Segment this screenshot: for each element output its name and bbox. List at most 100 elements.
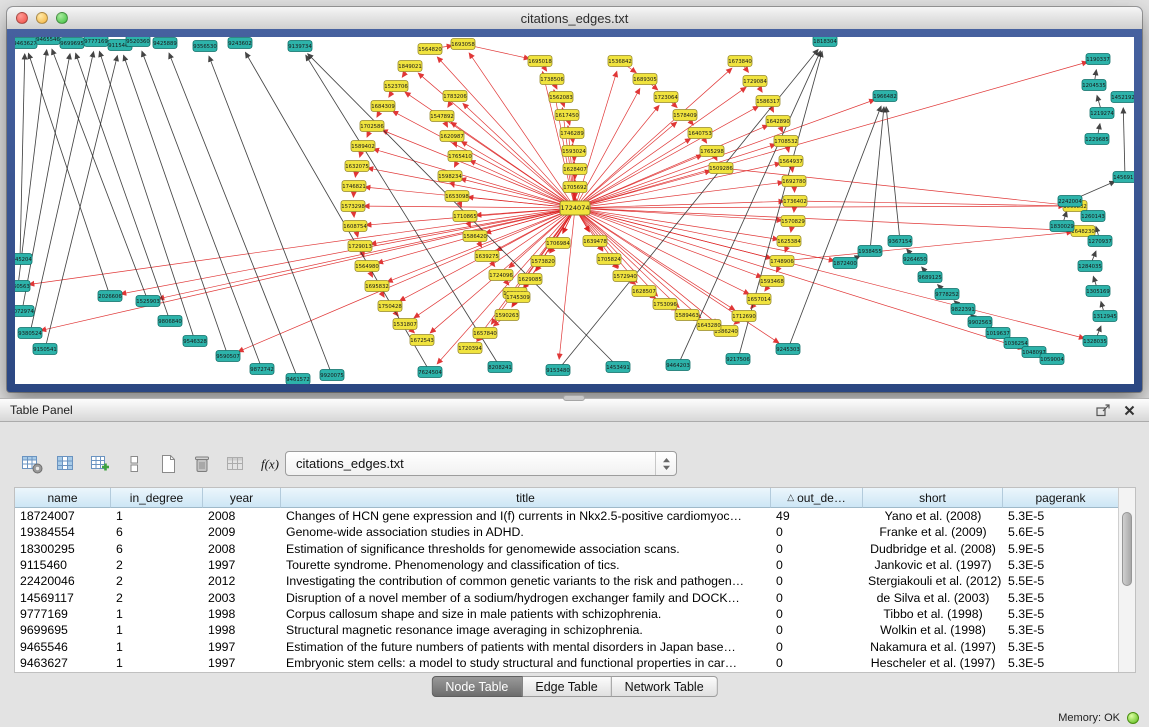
graph-node[interactable]: 1573820: [531, 256, 555, 267]
graph-node[interactable]: 1712690: [732, 311, 756, 322]
column-header-out_degree[interactable]: △out_de…: [771, 488, 863, 508]
table-row[interactable]: 946362711997Embryonic stem cells: a mode…: [15, 655, 1135, 671]
graph-node[interactable]: 9689125: [918, 272, 942, 283]
graph-node[interactable]: 1729084: [743, 76, 767, 87]
graph-node[interactable]: 1578409: [673, 110, 697, 121]
graph-node[interactable]: 1705692: [563, 182, 587, 193]
graph-node[interactable]: 1753096: [653, 299, 677, 310]
column-header-pagerank[interactable]: pagerank: [1003, 488, 1119, 508]
panel-resize-handle[interactable]: [563, 395, 585, 401]
graph-node[interactable]: 9367154: [888, 236, 912, 247]
graph-node[interactable]: 9465546: [36, 37, 60, 45]
column-header-in_degree[interactable]: in_degree: [111, 488, 203, 508]
graph-node[interactable]: 9520360: [126, 37, 150, 47]
graph-node[interactable]: 1748906: [770, 256, 794, 267]
graph-node[interactable]: 1525903: [136, 296, 160, 307]
graph-node[interactable]: 1620987: [440, 131, 464, 142]
float-panel-icon[interactable]: [1093, 401, 1113, 419]
edit-rows-button[interactable]: [86, 451, 113, 478]
graph-node[interactable]: 9153480: [546, 365, 570, 376]
graph-node[interactable]: 9777169: [84, 37, 108, 47]
graph-node[interactable]: 1724096: [489, 270, 513, 281]
graph-node[interactable]: 1673840: [728, 56, 752, 67]
graph-node[interactable]: 1284035: [1078, 261, 1102, 272]
tab-edge-table[interactable]: Edge Table: [522, 676, 611, 697]
graph-node[interactable]: 1966482: [873, 91, 897, 102]
select-columns-button[interactable]: [52, 451, 79, 478]
network-canvas[interactable]: 1724074184902115237061684309170258615894…: [15, 37, 1134, 384]
graph-node[interactable]: 1657014: [747, 294, 771, 305]
graph-node[interactable]: 1452192: [1111, 92, 1134, 103]
column-header-title[interactable]: title: [281, 488, 771, 508]
graph-node[interactable]: 9150541: [33, 344, 57, 355]
graph-node[interactable]: 9461572: [286, 374, 310, 385]
table-row[interactable]: 977716911998Corpus callosum shape and si…: [15, 606, 1135, 622]
graph-node[interactable]: 1598234: [438, 171, 462, 182]
graph-node[interactable]: 1586420: [463, 231, 487, 242]
graph-node[interactable]: 9139734: [288, 41, 312, 52]
table-row[interactable]: 1938455462009Genome-wide association stu…: [15, 524, 1135, 540]
graph-node[interactable]: 1628507: [632, 286, 656, 297]
delete-table-button[interactable]: [188, 451, 215, 478]
graph-node[interactable]: 1629085: [518, 274, 542, 285]
graph-node[interactable]: 1589463: [675, 310, 699, 321]
graph-node[interactable]: 1570829: [781, 216, 805, 227]
graph-node[interactable]: 9920075: [320, 370, 344, 381]
graph-node[interactable]: 1625384: [777, 236, 801, 247]
graph-node[interactable]: 1219274: [1090, 108, 1114, 119]
graph-node[interactable]: 1589402: [351, 141, 375, 152]
graph-node[interactable]: 1710865: [453, 211, 477, 222]
graph-node[interactable]: 1684309: [371, 101, 395, 112]
graph-node[interactable]: 1818304: [813, 37, 837, 47]
graph-node[interactable]: 1723064: [654, 92, 678, 103]
graph-node[interactable]: 1648230: [1071, 226, 1095, 237]
graph-node[interactable]: 9264650: [903, 254, 927, 265]
graph-node[interactable]: 1689305: [633, 74, 657, 85]
graph-node[interactable]: 1692780: [782, 176, 806, 187]
graph-node[interactable]: 9045204: [15, 254, 32, 265]
graph-node[interactable]: 9356530: [193, 41, 217, 52]
graph-node[interactable]: 1849021: [398, 61, 422, 72]
function-builder-button[interactable]: f(x): [256, 451, 283, 478]
graph-node[interactable]: 9699695: [60, 38, 84, 49]
graph-node[interactable]: 1872400: [833, 258, 857, 269]
graph-node[interactable]: 1695832: [365, 281, 389, 292]
graph-node[interactable]: 9260563: [15, 281, 30, 292]
graph-node[interactable]: 1523706: [384, 81, 408, 92]
column-header-name[interactable]: name: [15, 488, 111, 508]
table-row[interactable]: 1830029562008Estimation of significance …: [15, 541, 1135, 557]
graph-node[interactable]: 1746289: [560, 128, 584, 139]
zoom-window-button[interactable]: [56, 12, 68, 24]
table-row[interactable]: 946554611997Estimation of the future num…: [15, 638, 1135, 654]
graph-node[interactable]: 1632075: [345, 161, 369, 172]
graph-node[interactable]: 1617450: [555, 110, 579, 121]
graph-node[interactable]: 1720394: [458, 343, 482, 354]
graph-node[interactable]: 1746821: [342, 181, 366, 192]
graph-node[interactable]: 9380524: [18, 328, 42, 339]
graph-node[interactable]: 9806840: [158, 316, 182, 327]
graph-node[interactable]: 1573298: [341, 201, 365, 212]
graph-node[interactable]: 1312945: [1093, 311, 1117, 322]
graph-node[interactable]: 1708532: [774, 136, 798, 147]
graph-node[interactable]: 9217506: [726, 354, 750, 365]
graph-node[interactable]: 1059004: [1040, 354, 1064, 365]
window-titlebar[interactable]: citations_edges.txt: [7, 7, 1142, 30]
graph-node[interactable]: 1547892: [430, 111, 454, 122]
graph-node[interactable]: 1702586: [360, 121, 384, 132]
graph-node[interactable]: 1260143: [1081, 211, 1105, 222]
graph-node[interactable]: 1639478: [583, 236, 607, 247]
graph-node[interactable]: 9464203: [666, 360, 690, 371]
graph-node[interactable]: 1653098: [445, 191, 469, 202]
close-window-button[interactable]: [16, 12, 28, 24]
graph-node[interactable]: 1639275: [475, 251, 499, 262]
tab-network-table[interactable]: Network Table: [612, 676, 718, 697]
graph-node[interactable]: 1830029: [1050, 221, 1074, 232]
graph-node[interactable]: 1229685: [1085, 134, 1109, 145]
graph-node[interactable]: 9872742: [250, 364, 274, 375]
graph-node[interactable]: 1019637: [986, 328, 1010, 339]
graph-node[interactable]: 1204535: [1082, 80, 1106, 91]
graph-node[interactable]: 1270937: [1088, 236, 1112, 247]
graph-node[interactable]: 1453491: [606, 362, 630, 373]
graph-node[interactable]: 1657840: [473, 328, 497, 339]
graph-node[interactable]: 9778252: [935, 289, 959, 300]
